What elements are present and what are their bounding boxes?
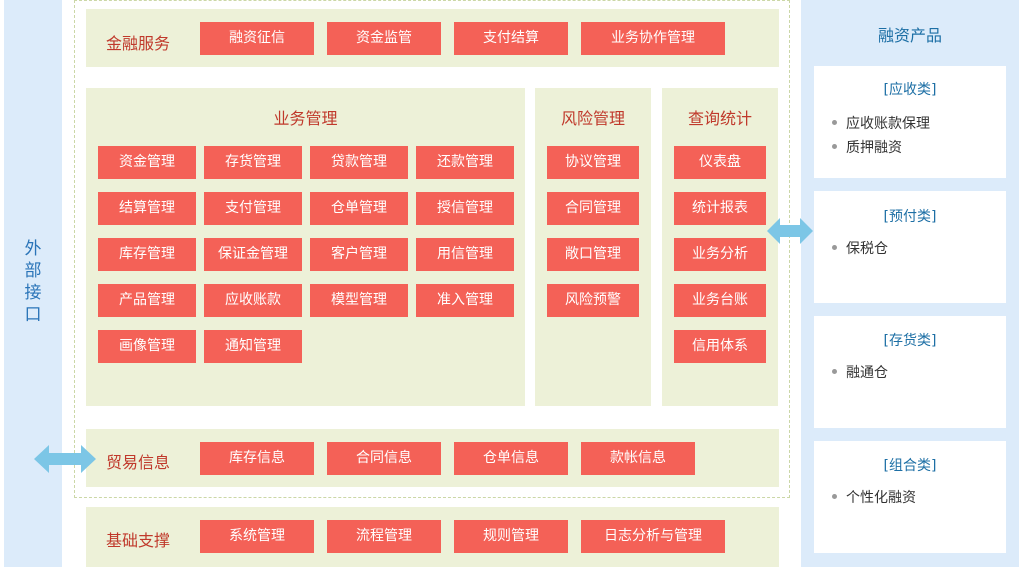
query-item[interactable]: 信用体系 [674, 330, 766, 363]
product-item-label: 个性化融资 [846, 490, 916, 506]
trade-item[interactable]: 仓单信息 [454, 442, 568, 475]
product-item: 个性化融资 [832, 487, 916, 507]
risk-item[interactable]: 合同管理 [547, 192, 639, 225]
infra-item[interactable]: 流程管理 [327, 520, 441, 553]
infra-item[interactable]: 规则管理 [454, 520, 568, 553]
business-item[interactable]: 应收账款 [204, 284, 302, 317]
product-item-label: 质押融资 [846, 140, 902, 156]
trade-title: 贸易信息 [106, 453, 171, 472]
product-item: 应收账款保理 [832, 113, 930, 133]
product-card-title: [应收类] [883, 82, 937, 98]
risk-item[interactable]: 协议管理 [547, 146, 639, 179]
risk-item[interactable]: 敞口管理 [547, 238, 639, 271]
bullet-icon [832, 143, 837, 149]
trade-item[interactable]: 款帐信息 [581, 442, 695, 475]
trade-interface-arrow-icon [34, 445, 96, 473]
business-item[interactable]: 仓单管理 [310, 192, 408, 225]
products-title: 融资产品 [877, 26, 942, 45]
product-card-inventory: [存货类] 融通仓 [814, 316, 1006, 428]
bullet-icon [832, 119, 837, 125]
infra-item[interactable]: 系统管理 [200, 520, 314, 553]
business-item[interactable]: 支付管理 [204, 192, 302, 225]
business-item[interactable]: 库存管理 [98, 238, 196, 271]
external-interface-label: 外部接口 [4, 238, 62, 326]
product-card-title: [组合类] [883, 458, 937, 474]
product-card-prepaid: [预付类] 保税仓 [814, 191, 1006, 303]
bullet-icon [832, 244, 837, 250]
business-item[interactable]: 用信管理 [416, 238, 514, 271]
product-card-title: [存货类] [883, 333, 937, 349]
finance-item[interactable]: 资金监管 [327, 22, 441, 55]
business-item[interactable]: 资金管理 [98, 146, 196, 179]
product-item: 保税仓 [832, 238, 888, 258]
query-title: 查询统计 [687, 109, 752, 128]
infra-item[interactable]: 日志分析与管理 [581, 520, 725, 553]
business-item[interactable]: 贷款管理 [310, 146, 408, 179]
business-item[interactable]: 产品管理 [98, 284, 196, 317]
finance-item[interactable]: 支付结算 [454, 22, 568, 55]
infra-title: 基础支撑 [106, 531, 171, 550]
bullet-icon [832, 368, 837, 374]
business-item[interactable]: 存货管理 [204, 146, 302, 179]
risk-item[interactable]: 风险预警 [547, 284, 639, 317]
product-card-receivable: [应收类] 应收账款保理 质押融资 [814, 66, 1006, 178]
finance-item[interactable]: 业务协作管理 [581, 22, 725, 55]
bullet-icon [832, 493, 837, 499]
product-item-label: 保税仓 [846, 241, 888, 257]
business-item[interactable]: 通知管理 [204, 330, 302, 363]
finance-item[interactable]: 融资征信 [200, 22, 314, 55]
finance-title: 金融服务 [106, 34, 171, 53]
business-item[interactable]: 保证金管理 [204, 238, 302, 271]
trade-item[interactable]: 库存信息 [200, 442, 314, 475]
business-title: 业务管理 [273, 109, 338, 128]
query-item[interactable]: 业务分析 [674, 238, 766, 271]
query-item[interactable]: 仪表盘 [674, 146, 766, 179]
product-card-title: [预付类] [883, 209, 937, 225]
trade-item[interactable]: 合同信息 [327, 442, 441, 475]
query-item[interactable]: 业务台账 [674, 284, 766, 317]
business-item[interactable]: 结算管理 [98, 192, 196, 225]
product-item: 质押融资 [832, 137, 902, 157]
business-item[interactable]: 模型管理 [310, 284, 408, 317]
business-item[interactable]: 还款管理 [416, 146, 514, 179]
product-item-label: 应收账款保理 [846, 116, 930, 132]
products-arrow-icon [767, 218, 813, 244]
business-item[interactable]: 准入管理 [416, 284, 514, 317]
product-card-combined: [组合类] 个性化融资 [814, 441, 1006, 553]
query-item[interactable]: 统计报表 [674, 192, 766, 225]
business-item[interactable]: 画像管理 [98, 330, 196, 363]
product-item-label: 融通仓 [846, 365, 888, 381]
business-item[interactable]: 客户管理 [310, 238, 408, 271]
external-interface-text: 外部接口 [24, 239, 42, 325]
product-item: 融通仓 [832, 362, 888, 382]
business-item[interactable]: 授信管理 [416, 192, 514, 225]
risk-title: 风险管理 [560, 109, 625, 128]
